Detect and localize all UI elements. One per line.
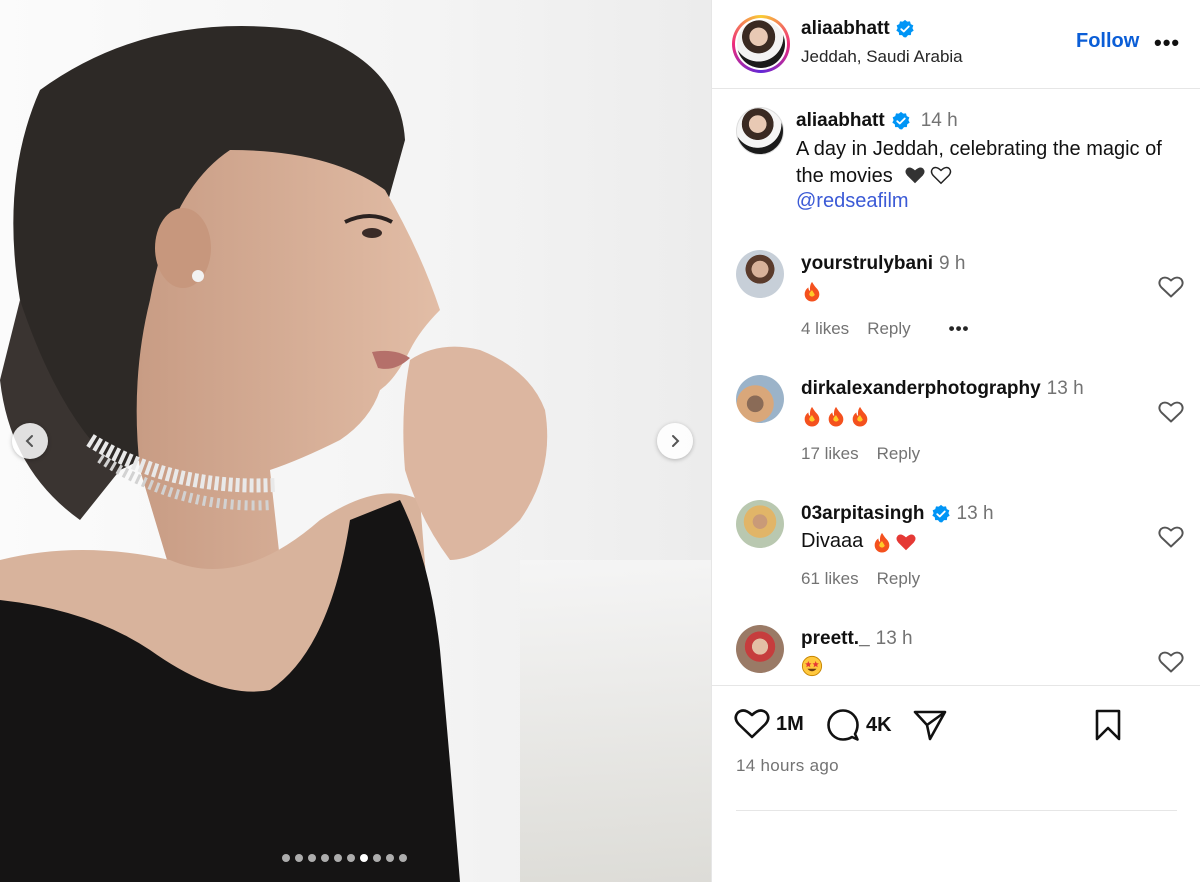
star-struck-emoji-icon [801,655,823,677]
comment-time: 13 h [1046,378,1084,399]
carousel-dot [308,854,316,862]
carousel-dot [399,854,407,862]
white-heart-icon [931,166,952,185]
comment-item: yourstrulybani 9 h 4 likes Reply ••• [712,245,1200,370]
fire-emoji-icon [852,406,868,427]
commenter-username[interactable]: yourstrulybani [801,253,933,275]
reply-button[interactable]: Reply [877,569,920,589]
comment-body: Divaaa [801,530,864,552]
carousel-dot [347,854,355,862]
fire-emoji-icon [874,532,890,553]
carousel-prev-button[interactable] [12,423,48,459]
comment-item: 03arpitasingh 13 h Divaaa 61 likes Reply [712,495,1200,620]
chevron-right-icon [672,435,680,447]
comment-item: preett._ 13 h [712,620,1200,685]
comment-more-button[interactable]: ••• [949,319,970,339]
like-count[interactable]: 1M [776,713,804,736]
heart-outline-icon [1158,651,1184,673]
comment-time: 13 h [956,503,994,524]
comment-count[interactable]: 4K [866,714,892,737]
commenter-username[interactable]: 03arpitasingh [801,503,925,525]
comment-text [801,280,823,302]
black-heart-icon [905,167,925,184]
divider [736,810,1177,811]
author-avatar[interactable] [732,15,790,73]
share-button[interactable] [912,708,948,742]
verified-badge-icon [931,504,950,523]
reply-button[interactable]: Reply [867,319,910,339]
posted-time: 14 hours ago [736,756,839,775]
bookmark-icon [1095,709,1121,741]
caption-time: 14 h [920,110,958,131]
carousel-dot [360,854,368,862]
follow-button[interactable]: Follow [1076,30,1139,53]
post-side-panel: aliaabhatt Jeddah, Saudi Arabia Follow •… [711,0,1200,882]
commenter-username[interactable]: preett._ [801,628,870,650]
paper-plane-icon [913,710,947,741]
reply-button[interactable]: Reply [877,444,920,464]
verified-badge-icon [892,111,910,130]
red-heart-emoji-icon [896,534,916,550]
comment-item: dirkalexanderphotography 13 h 17 likes Repl… [712,370,1200,495]
heart-outline-icon [1158,276,1184,298]
comment-text: Divaaa [801,530,917,553]
comment-like-button[interactable] [1158,400,1184,429]
commenter-avatar[interactable] [736,500,784,548]
carousel-dot [321,854,329,862]
comment-likes[interactable]: 61 likes [801,569,859,589]
carousel-dot [373,854,381,862]
comment-time: 13 h [875,628,913,649]
fire-emoji-icon [828,406,844,427]
caption-text: A day in Jeddah, celebrating the magic o… [796,138,1162,187]
fire-emoji-icon [804,281,820,302]
post-location[interactable]: Jeddah, Saudi Arabia [801,47,963,67]
commenter-avatar[interactable] [736,625,784,673]
carousel-dot [282,854,290,862]
caption-username[interactable]: aliaabhatt [796,110,885,132]
comment-text [801,405,871,427]
more-options-button[interactable]: ••• [1154,30,1180,56]
fire-emoji-icon [804,406,820,427]
save-button[interactable] [1094,708,1122,742]
commenter-avatar[interactable] [736,250,784,298]
carousel-dots [282,854,407,862]
carousel-dot [295,854,303,862]
comment-text [801,655,823,677]
heart-outline-icon [1158,526,1184,548]
comment-likes[interactable]: 17 likes [801,444,859,464]
comment-bubble-icon [827,709,859,741]
like-button[interactable]: 1M [734,708,804,740]
heart-outline-icon [734,709,770,739]
comment-like-button[interactable] [1158,275,1184,304]
verified-badge-icon [896,19,914,38]
portrait-image [0,26,711,882]
post-header: aliaabhatt Jeddah, Saudi Arabia Follow •… [712,0,1200,89]
comment-like-button[interactable] [1158,525,1184,554]
commenter-username[interactable]: dirkalexanderphotography [801,378,1041,400]
commenter-avatar[interactable] [736,375,784,423]
comment-button[interactable]: 4K [826,708,892,742]
comments-list[interactable]: yourstrulybani 9 h 4 likes Reply ••• dirkalex… [712,245,1200,685]
post-photo[interactable] [0,0,711,882]
comment-likes[interactable]: 4 likes [801,319,849,339]
carousel-next-button[interactable] [657,423,693,459]
heart-outline-icon [1158,401,1184,423]
comment-like-button[interactable] [1158,650,1184,679]
carousel-dot [334,854,342,862]
post-actions: 1M 4K 14 hours ago [712,685,1200,882]
mention-link[interactable]: @redseafilm [796,190,909,213]
caption-avatar[interactable] [736,107,784,155]
author-username[interactable]: aliaabhatt [801,18,890,40]
comment-time: 9 h [938,253,966,274]
carousel-dot [386,854,394,862]
chevron-left-icon [25,435,33,447]
